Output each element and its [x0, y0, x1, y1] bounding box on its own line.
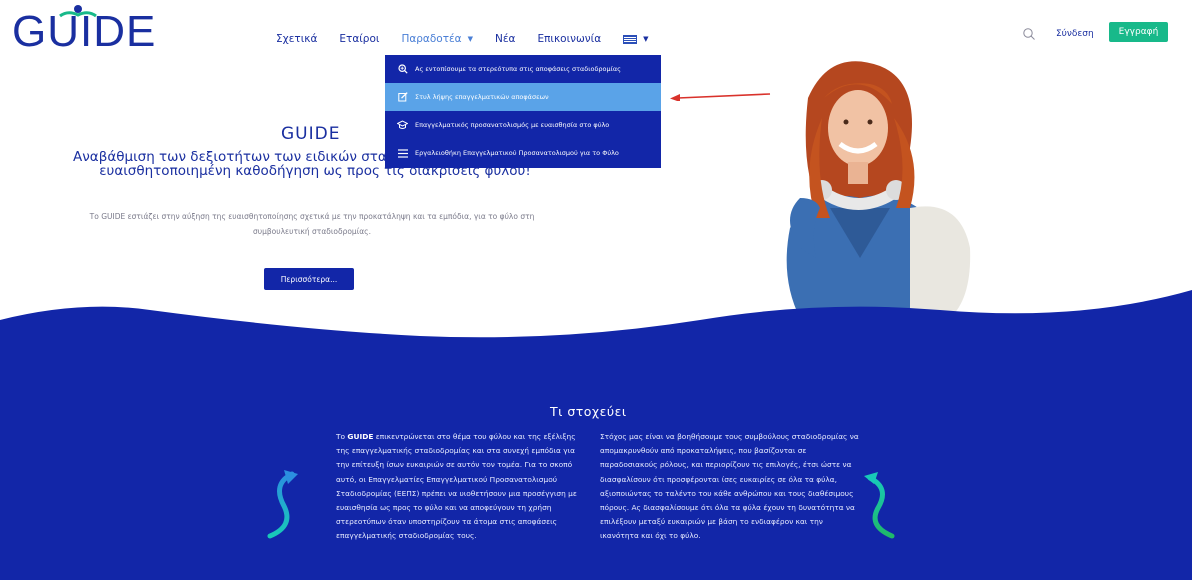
nav-item-deliverables[interactable]: Παραδοτέα ▼ — [401, 33, 473, 45]
flag-icon — [623, 34, 638, 44]
page: GUIDE Σχετικά Εταίροι Παραδοτέα ▼ Νέα Επι… — [0, 0, 1192, 580]
hero-title: GUIDE — [281, 124, 341, 144]
nav-item-partners[interactable]: Εταίροι — [339, 33, 379, 45]
decorative-arrow-right-icon — [864, 472, 895, 539]
hero-description: Το GUIDE εστιάζει στην αύξηση της ευαισθ… — [89, 212, 535, 236]
login-link[interactable]: Σύνδεση — [1056, 29, 1094, 39]
dropdown-item-gender-sensitive-guidance[interactable]: Επαγγελματικός προσανατολισμός με ευαισθ… — [385, 111, 661, 139]
chevron-down-icon: ▼ — [467, 35, 473, 43]
edit-icon — [397, 92, 408, 103]
aims-left-text: Το GUIDE επικεντρώνεται στο θέμα του φύλ… — [336, 432, 577, 541]
language-selector[interactable]: ▼ — [623, 34, 649, 44]
main-nav: Σχετικά Εταίροι Παραδοτέα ▼ Νέα Επικοινων… — [276, 33, 671, 45]
logo[interactable]: GUIDE — [12, 5, 156, 54]
blue-wave-section — [0, 290, 1192, 580]
dropdown-item-decision-styles[interactable]: Στυλ λήψης επαγγελματικών αποφάσεων — [385, 83, 661, 111]
logo-figure-icon — [59, 5, 97, 18]
graduation-cap-icon — [397, 120, 408, 131]
register-button[interactable]: Εγγραφή — [1109, 22, 1168, 42]
search-icon[interactable] — [1022, 27, 1036, 41]
chevron-down-icon: ▼ — [643, 35, 649, 43]
red-annotation-arrow — [670, 93, 771, 101]
dropdown-item-stereotypes[interactable]: Ας εντοπίσουμε τα στερεότυπα στις αποφάσ… — [385, 55, 661, 83]
more-button[interactable]: Περισσότερα... — [264, 268, 354, 290]
aims-title: Τι στοχεύει — [550, 404, 627, 419]
search-plus-icon — [397, 64, 408, 75]
nav-item-about[interactable]: Σχετικά — [276, 33, 317, 45]
deliverables-dropdown: Ας εντοπίσουμε τα στερεότυπα στις αποφάσ… — [385, 55, 661, 168]
nav-item-contact[interactable]: Επικοινωνία — [537, 33, 601, 45]
decorative-arrow-left-icon — [267, 470, 298, 539]
list-icon — [397, 148, 408, 159]
aims-right-text: Στόχος μας είναι να βοηθήσουμε τους συμβ… — [600, 432, 859, 541]
nav-item-news[interactable]: Νέα — [495, 33, 515, 45]
dropdown-item-toolkit[interactable]: Εργαλειοθήκη Επαγγελματικού Προσανατολισ… — [385, 139, 661, 167]
